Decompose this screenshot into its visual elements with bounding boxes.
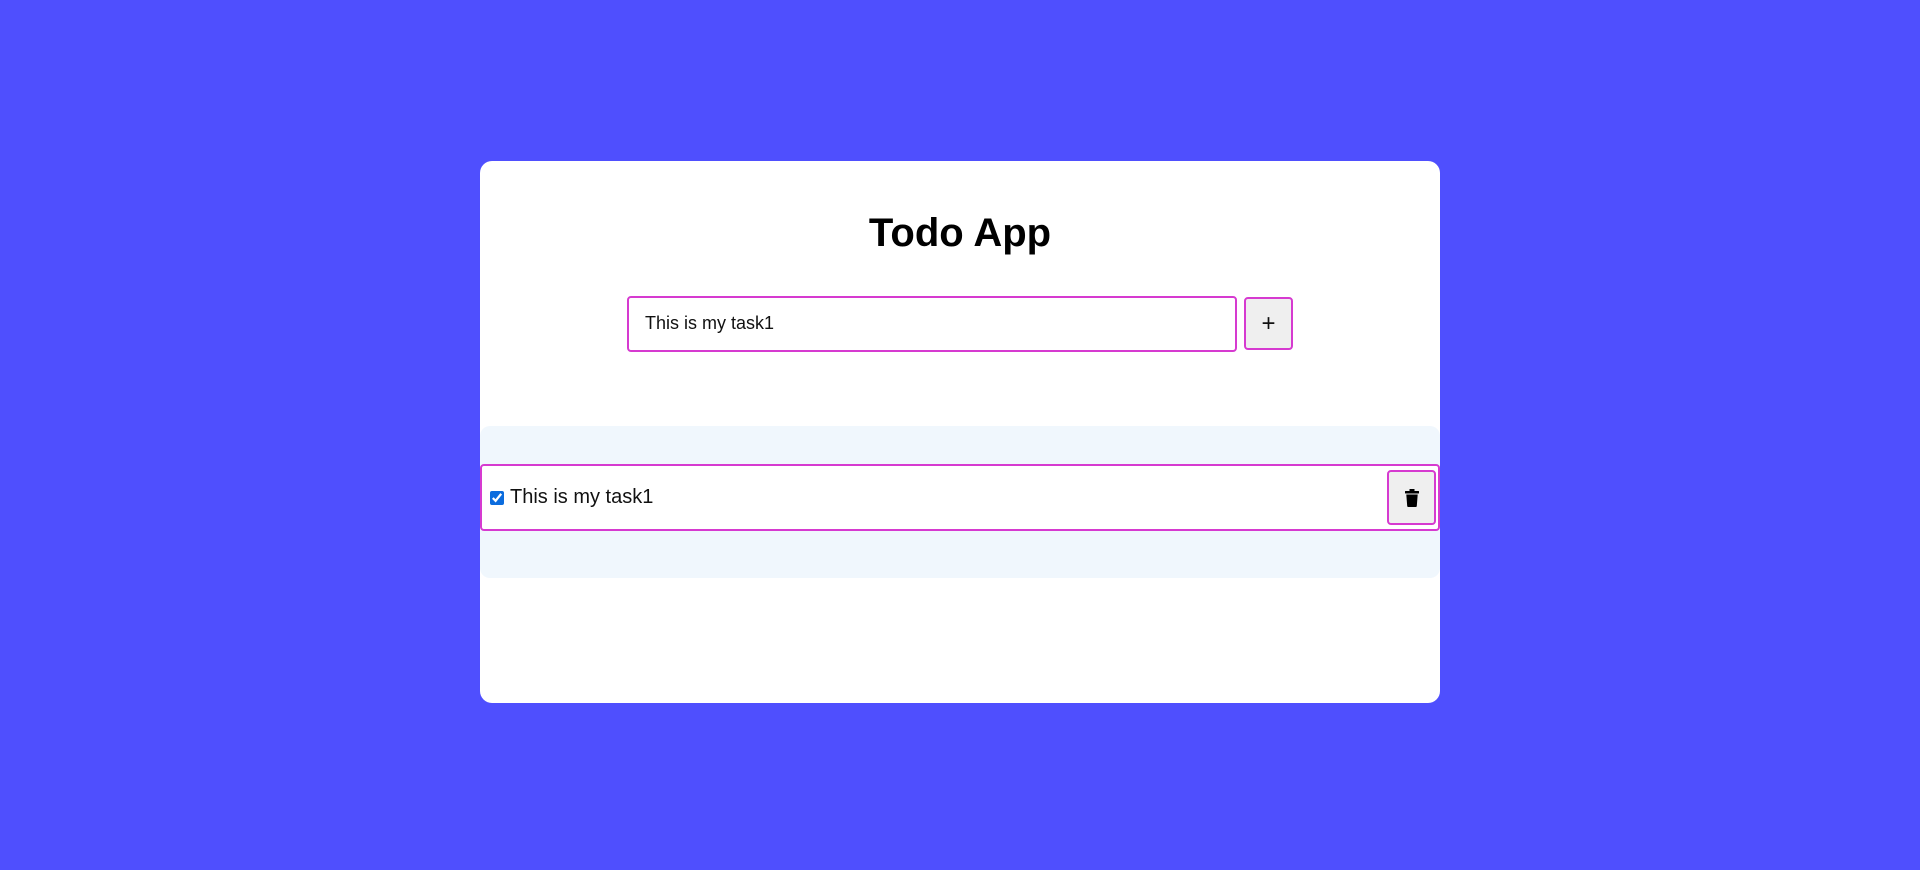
task-text: This is my task1 <box>510 486 654 508</box>
task-list: This is my task1 <box>480 426 1440 578</box>
task-item: This is my task1 <box>480 464 1440 531</box>
add-task-button[interactable]: + <box>1244 297 1293 350</box>
page-title: Todo App <box>868 211 1052 255</box>
trash-icon <box>1404 488 1420 507</box>
new-task-row: + <box>627 295 1293 352</box>
task-input[interactable] <box>627 295 1237 352</box>
task-complete-checkbox[interactable] <box>490 490 504 505</box>
todo-card: Todo App + This is my task1 <box>480 161 1440 703</box>
delete-task-button[interactable] <box>1387 470 1436 525</box>
page: Todo App + This is my task1 <box>0 0 1920 870</box>
